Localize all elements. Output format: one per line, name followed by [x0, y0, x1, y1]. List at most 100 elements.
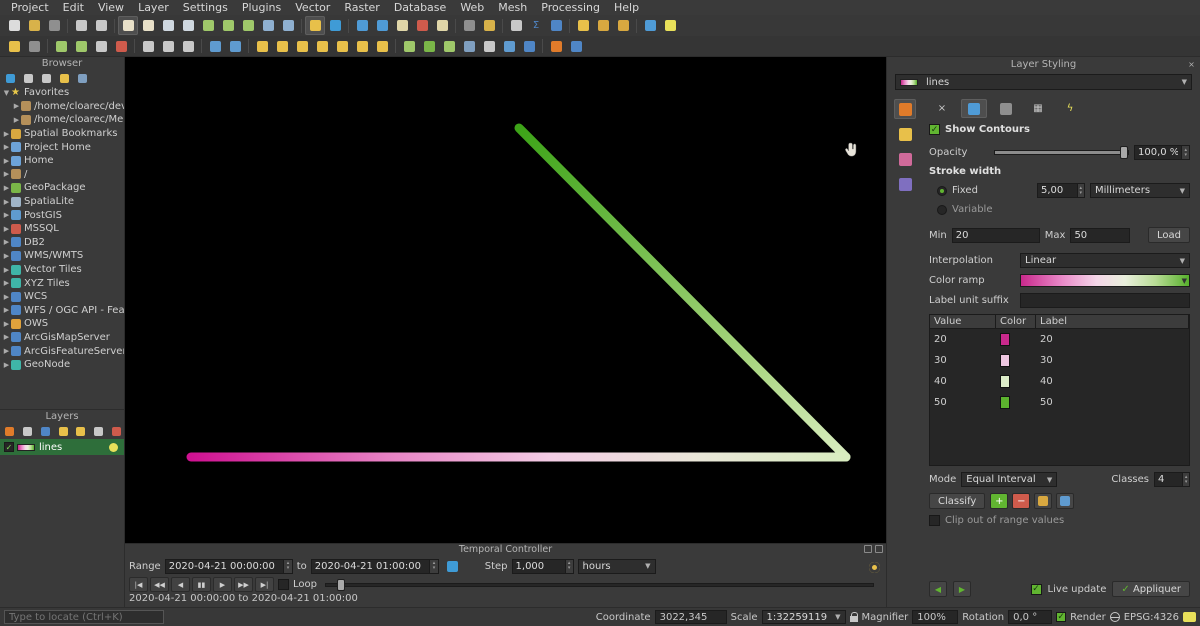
- expand-arrow-icon[interactable]: ▶: [2, 211, 11, 219]
- expand-arrow-icon[interactable]: ▶: [2, 130, 11, 138]
- expand-arrow-icon[interactable]: ▶: [2, 320, 11, 328]
- pin-labels-icon[interactable]: [292, 37, 312, 56]
- add-postgis-layer-icon[interactable]: [499, 37, 519, 56]
- opacity-value-spinner[interactable]: ▴▾: [1134, 145, 1190, 160]
- refresh-temporal-range-icon[interactable]: [443, 557, 463, 576]
- pan-map-icon[interactable]: [118, 16, 138, 35]
- opacity-slider[interactable]: [994, 150, 1129, 155]
- expand-arrow-icon[interactable]: ▶: [2, 279, 11, 287]
- coordinate-input[interactable]: 3022,345: [655, 610, 727, 624]
- vertex-tool-icon[interactable]: [91, 37, 111, 56]
- pan-to-selection-icon[interactable]: [138, 16, 158, 35]
- width-unit-combo[interactable]: Millimeters▼: [1090, 183, 1190, 198]
- float-panel-icon[interactable]: [864, 545, 872, 553]
- messages-icon[interactable]: [1183, 612, 1196, 622]
- browser-item-postgis[interactable]: ▶PostGIS: [0, 208, 124, 222]
- temporal-controller-panel-icon[interactable]: [305, 16, 325, 35]
- browser-item-db2[interactable]: ▶DB2: [0, 236, 124, 250]
- browser-show-filter-icon[interactable]: [56, 71, 72, 85]
- browser-item-project-home[interactable]: ▶Project Home: [0, 140, 124, 154]
- browser-item-wfs-ogc-api-featu[interactable]: ▶WFS / OGC API - Featu...: [0, 304, 124, 318]
- symbology-tab-icon[interactable]: [894, 99, 916, 119]
- styled-layer-combo[interactable]: lines ▼: [895, 74, 1192, 90]
- menu-help[interactable]: Help: [607, 0, 646, 15]
- 3d-view-tab-icon[interactable]: [894, 174, 916, 194]
- zoom-full-icon[interactable]: [198, 16, 218, 35]
- browser-item-wcs[interactable]: ▶WCS: [0, 290, 124, 304]
- quick-edit-tab[interactable]: ϟ: [1057, 99, 1083, 118]
- menu-raster[interactable]: Raster: [337, 0, 386, 15]
- zoom-to-selection-icon[interactable]: [218, 16, 238, 35]
- layer-labeling-icon[interactable]: [252, 37, 272, 56]
- browser-refresh-icon[interactable]: [2, 71, 18, 85]
- browser-collapse-all-icon[interactable]: [38, 71, 54, 85]
- mode-combo[interactable]: Equal Interval▼: [961, 472, 1057, 487]
- classify-button[interactable]: Classify: [929, 493, 985, 509]
- locate-input[interactable]: [4, 610, 164, 624]
- refresh-map-icon[interactable]: [325, 16, 345, 35]
- spinner-arrows-icon[interactable]: ▴▾: [1077, 183, 1085, 198]
- skip-to-start-button[interactable]: |◀: [129, 577, 148, 592]
- expand-all-icon[interactable]: [91, 424, 107, 438]
- slider-handle[interactable]: [337, 579, 345, 591]
- step-forward-button[interactable]: ▶▶: [234, 577, 253, 592]
- statistical-summary-icon[interactable]: Σ: [526, 16, 546, 35]
- slider-handle[interactable]: [1120, 146, 1128, 159]
- new-bookmark-icon[interactable]: [593, 16, 613, 35]
- pause-button[interactable]: ▮▮: [192, 577, 211, 592]
- rotation-spinner[interactable]: 0,0 °: [1008, 610, 1052, 624]
- save-project-icon[interactable]: [44, 16, 64, 35]
- select-by-expression-icon[interactable]: [432, 16, 452, 35]
- step-back-button[interactable]: ◀◀: [150, 577, 169, 592]
- line-symbol-tab[interactable]: [961, 99, 987, 118]
- color-ramp-selector[interactable]: ▼: [1020, 274, 1190, 287]
- crs-status[interactable]: EPSG:4326: [1124, 612, 1179, 623]
- class-row-20[interactable]: 2020: [930, 329, 1189, 350]
- open-project-icon[interactable]: [24, 16, 44, 35]
- style-history-back-button[interactable]: ◀: [929, 581, 947, 597]
- expand-arrow-icon[interactable]: ▶: [2, 143, 11, 151]
- browser-item-wms-wmts[interactable]: ▶WMS/WMTS: [0, 249, 124, 263]
- browser-item-spatial-bookmarks[interactable]: ▶Spatial Bookmarks: [0, 127, 124, 141]
- expand-arrow-icon[interactable]: ▶: [2, 225, 11, 233]
- browser-item-arcgismapserver[interactable]: ▶ArcGisMapServer: [0, 331, 124, 345]
- open-attribute-table-icon[interactable]: [459, 16, 479, 35]
- grid-tab[interactable]: ▦: [1025, 99, 1051, 118]
- add-point-feature-icon[interactable]: [51, 37, 71, 56]
- play-forward-button[interactable]: ▶: [213, 577, 232, 592]
- magnifier-spinner[interactable]: 100%: [912, 610, 958, 624]
- expand-arrow-icon[interactable]: ▶: [12, 102, 21, 110]
- class-color-swatch[interactable]: [1000, 375, 1010, 388]
- interpolation-combo[interactable]: Linear▼: [1020, 253, 1190, 268]
- save-layer-edits-icon[interactable]: [24, 37, 44, 56]
- label-unit-suffix-input[interactable]: [1020, 293, 1190, 308]
- class-color-swatch[interactable]: [1000, 396, 1010, 409]
- new-project-icon[interactable]: [4, 16, 24, 35]
- delete-selected-icon[interactable]: [111, 37, 131, 56]
- filter-legend-icon[interactable]: [55, 424, 71, 438]
- spinner-arrows-icon[interactable]: ▴▾: [565, 559, 574, 574]
- browser-item-geonode[interactable]: ▶GeoNode: [0, 358, 124, 372]
- menu-mesh[interactable]: Mesh: [491, 0, 534, 15]
- labels-tab-icon[interactable]: [894, 124, 916, 144]
- filter-by-expression-icon[interactable]: [73, 424, 89, 438]
- menu-plugins[interactable]: Plugins: [235, 0, 288, 15]
- menu-settings[interactable]: Settings: [176, 0, 235, 15]
- expand-arrow-icon[interactable]: ▶: [2, 361, 11, 369]
- loop-checkbox[interactable]: [278, 579, 289, 590]
- new-print-layout-icon[interactable]: [71, 16, 91, 35]
- add-class-button[interactable]: +: [990, 493, 1008, 509]
- class-row-50[interactable]: 5050: [930, 392, 1189, 413]
- browser-item-vector-tiles[interactable]: ▶Vector Tiles: [0, 263, 124, 277]
- browser-item-home-cloarec-dev[interactable]: ▶/home/cloarec/dev...: [0, 100, 124, 114]
- open-layer-styling-icon[interactable]: [2, 424, 18, 438]
- menu-project[interactable]: Project: [4, 0, 56, 15]
- expand-arrow-icon[interactable]: ▶: [2, 184, 11, 192]
- class-color-swatch[interactable]: [1000, 354, 1010, 367]
- highlight-pinned-labels-icon[interactable]: [312, 37, 332, 56]
- spinner-arrows-icon[interactable]: ▴▾: [1181, 145, 1190, 160]
- add-vector-layer-icon[interactable]: [439, 37, 459, 56]
- show-bookmarks-icon[interactable]: [613, 16, 633, 35]
- expand-arrow-icon[interactable]: ▶: [2, 252, 11, 260]
- menu-view[interactable]: View: [91, 0, 131, 15]
